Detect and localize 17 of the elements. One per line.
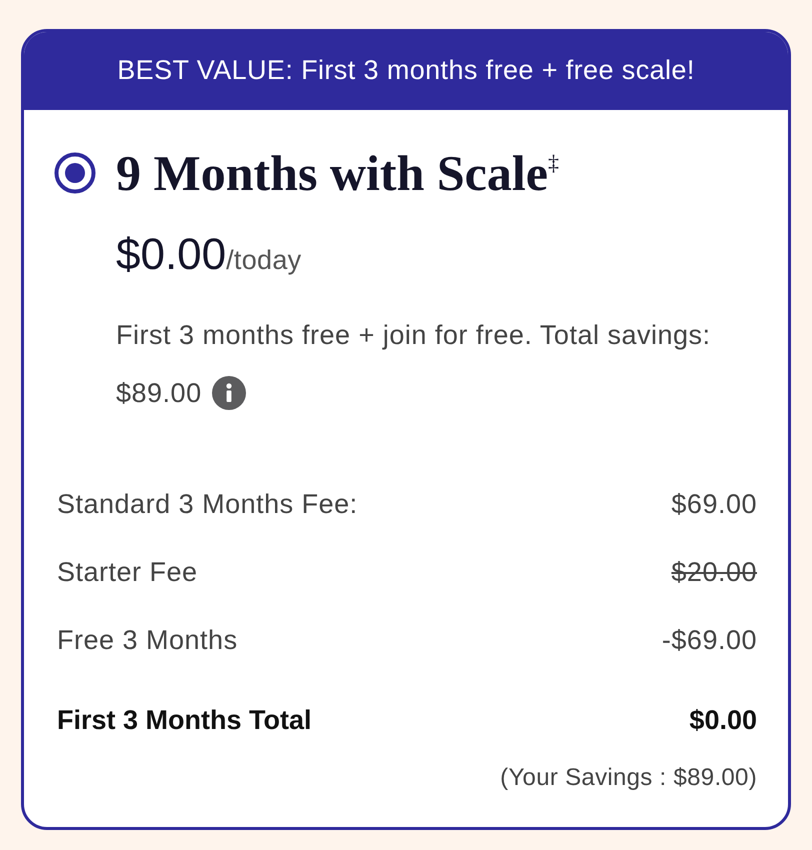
line-item-label: Free 3 Months xyxy=(57,624,238,657)
total-amount: $0.00 xyxy=(689,704,757,737)
price-period: /today xyxy=(226,244,302,277)
plan-description: First 3 months free + join for free. Total savings: xyxy=(116,319,711,352)
total-label: First 3 Months Total xyxy=(57,704,312,737)
plan-title: 9 Months with Scale$^{‡}$ xyxy=(116,144,560,202)
plan-price: $0.00 xyxy=(116,230,226,280)
savings-note: (Your Savings : $89.00) xyxy=(500,763,757,793)
line-item-amount: -$69.00 xyxy=(662,624,757,657)
line-item-label: Starter Fee xyxy=(57,556,198,589)
line-item-amount: $69.00 xyxy=(671,488,757,521)
line-item-label: Standard 3 Months Fee: xyxy=(57,488,358,521)
line-item-amount: $20.00 xyxy=(671,556,757,589)
info-icon[interactable] xyxy=(212,376,246,410)
best-value-banner: BEST VALUE: First 3 months free + free scale! xyxy=(24,32,788,110)
radio-button[interactable] xyxy=(54,152,96,194)
savings-amount: $89.00 xyxy=(116,376,202,410)
